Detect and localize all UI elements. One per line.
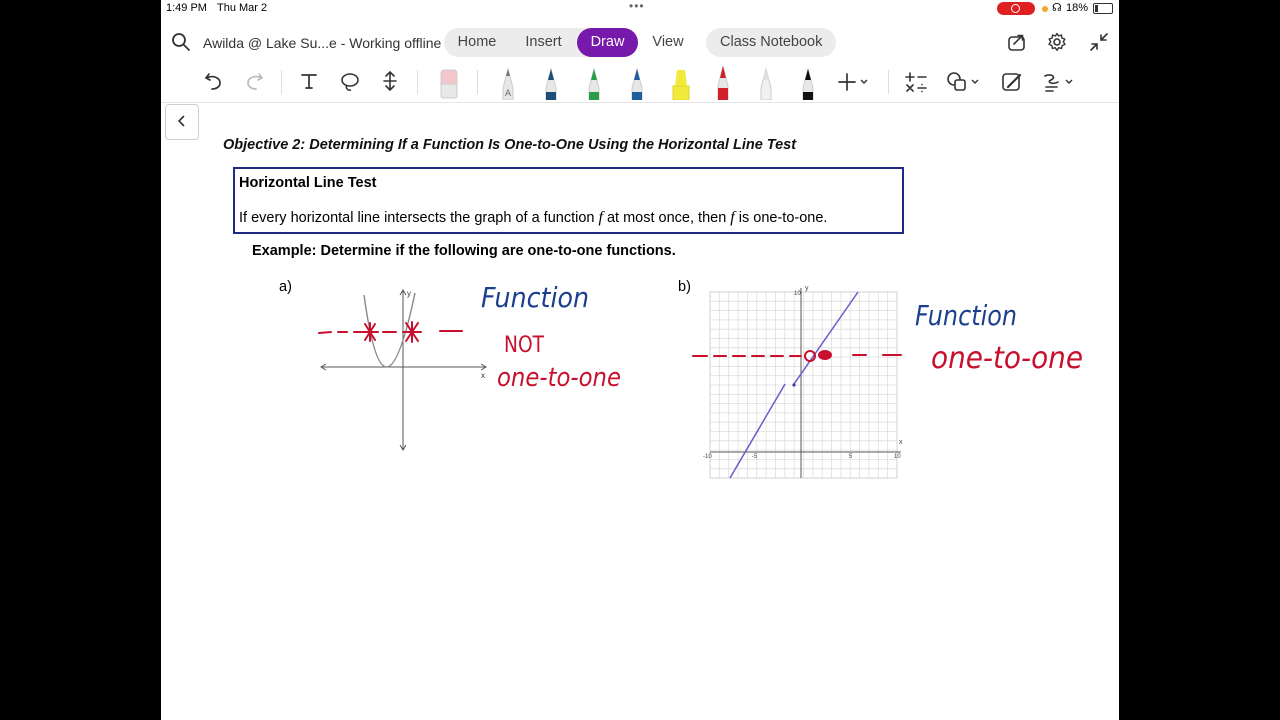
graph-a-curve — [363, 292, 416, 368]
ink-b-one-to-one: one-to-one — [931, 341, 1083, 376]
shapes-icon[interactable] — [946, 71, 982, 98]
tab-view[interactable]: View — [638, 28, 698, 57]
graph-a-y-label: y — [407, 289, 411, 298]
ink-b-dashed-line — [692, 354, 902, 357]
status-bar: 1:49 PM Thu Mar 2 ••• ☊ 18% — [161, 0, 1119, 18]
settings-gear-icon[interactable] — [1047, 32, 1067, 57]
chevron-left-icon — [177, 115, 185, 127]
part-a-label: a) — [279, 279, 292, 295]
pen-red-icon[interactable] — [712, 64, 734, 105]
toolbar-divider — [888, 70, 889, 94]
insert-space-icon[interactable] — [380, 70, 400, 97]
pen-dark-blue-icon[interactable] — [627, 66, 647, 105]
draw-toolbar: A — [161, 62, 1119, 103]
ink-a-intersection-star-right — [402, 321, 422, 343]
box-heading: Horizontal Line Test — [239, 175, 377, 191]
graph-b-grid — [710, 292, 897, 478]
highlighter-yellow-icon[interactable] — [669, 66, 693, 105]
graph-b-x-label: x — [899, 439, 903, 446]
svg-text:A: A — [505, 88, 511, 98]
tab-insert[interactable]: Insert — [510, 28, 577, 57]
document-title[interactable]: Awilda @ Lake Su...e - Working offline — [203, 35, 441, 51]
status-time: 1:49 PM — [166, 2, 207, 14]
ink-replay-icon[interactable] — [1043, 71, 1077, 98]
battery-icon — [1093, 3, 1113, 14]
graph-b-tick-x-5: 5 — [849, 454, 853, 460]
graph-b-point — [792, 383, 796, 387]
top-bar: Awilda @ Lake Su...e - Working offline H… — [161, 24, 1119, 60]
toolbar-divider — [281, 70, 282, 94]
pen-white-icon[interactable] — [756, 66, 776, 105]
eraser-icon[interactable] — [438, 68, 460, 105]
part-b-label: b) — [678, 279, 691, 295]
battery-percent: 18% — [1066, 2, 1089, 14]
graph-b-line: -10 -5 5 10 10 x y — [703, 285, 903, 479]
onenote-window: 1:49 PM Thu Mar 2 ••• ☊ 18% Awilda @ Lak… — [161, 0, 1119, 720]
objective-heading: Objective 2: Determining If a Function I… — [223, 137, 797, 153]
graph-b-tick-x-neg5: -5 — [752, 454, 758, 460]
graph-a-x-label: x — [481, 371, 485, 380]
add-pen-icon[interactable] — [838, 72, 868, 97]
ink-b-function: Function — [915, 299, 1017, 332]
graph-b-line-lower — [729, 383, 786, 479]
box-definition: If every horizontal line intersects the … — [239, 209, 828, 226]
ribbon-tabs: Home Insert Draw — [444, 28, 638, 57]
search-icon[interactable] — [171, 32, 191, 57]
pen-blue-icon[interactable] — [541, 66, 561, 105]
tab-draw[interactable]: Draw — [577, 28, 638, 57]
ink-a-function: Function — [481, 281, 589, 314]
pen-black-icon[interactable] — [798, 66, 818, 105]
toolbar-divider — [417, 70, 418, 94]
graph-a-x-arrows — [320, 363, 487, 371]
collapse-fullscreen-icon[interactable] — [1089, 32, 1109, 57]
graph-a-y-arrows — [399, 289, 407, 451]
graph-b-tick-y-10: 10 — [794, 291, 801, 297]
ink-a-intersection-star-left — [361, 322, 379, 342]
tab-home[interactable]: Home — [444, 28, 510, 57]
graph-a-parabola: x y — [320, 289, 487, 451]
graph-b-y-label: y — [805, 285, 809, 292]
example-prompt: Example: Determine if the following are … — [252, 243, 676, 259]
ink-b-open-circle — [804, 350, 816, 362]
share-icon[interactable] — [1007, 32, 1027, 57]
ink-to-shape-icon[interactable] — [1001, 71, 1023, 98]
ink-to-math-icon[interactable] — [905, 71, 927, 98]
class-notebook-button[interactable]: Class Notebook — [706, 28, 837, 57]
status-date: Thu Mar 2 — [217, 2, 268, 14]
toolbar-divider — [477, 70, 478, 94]
graph-b-line-upper — [793, 291, 859, 385]
screen-recording-icon[interactable] — [997, 2, 1035, 15]
pencil-icon[interactable]: A — [498, 66, 518, 105]
undo-icon[interactable] — [203, 70, 225, 97]
ink-a-not: NOT — [504, 333, 544, 358]
headphones-icon: ☊ — [1052, 2, 1062, 14]
ink-a-one-to-one: one-to-one — [497, 363, 621, 393]
graph-b-tick-x-neg10: -10 — [703, 454, 712, 460]
lasso-select-icon[interactable] — [339, 71, 361, 98]
back-button[interactable] — [165, 104, 199, 140]
graph-b-frame — [709, 291, 898, 479]
pen-green-icon[interactable] — [584, 66, 604, 105]
multitasking-dots-icon[interactable]: ••• — [629, 0, 645, 13]
redo-icon[interactable] — [243, 70, 265, 97]
type-icon[interactable] — [299, 71, 319, 96]
microphone-indicator-icon — [1042, 6, 1048, 12]
ink-layer: Function NOT one-to-one Function one-to-… — [318, 281, 1083, 393]
horizontal-line-test-box: Horizontal Line Test If every horizontal… — [233, 167, 904, 234]
graph-b-tick-x-10: 10 — [894, 454, 901, 460]
ink-b-filled-dot — [818, 350, 832, 360]
ink-a-dashed-line — [318, 330, 463, 334]
